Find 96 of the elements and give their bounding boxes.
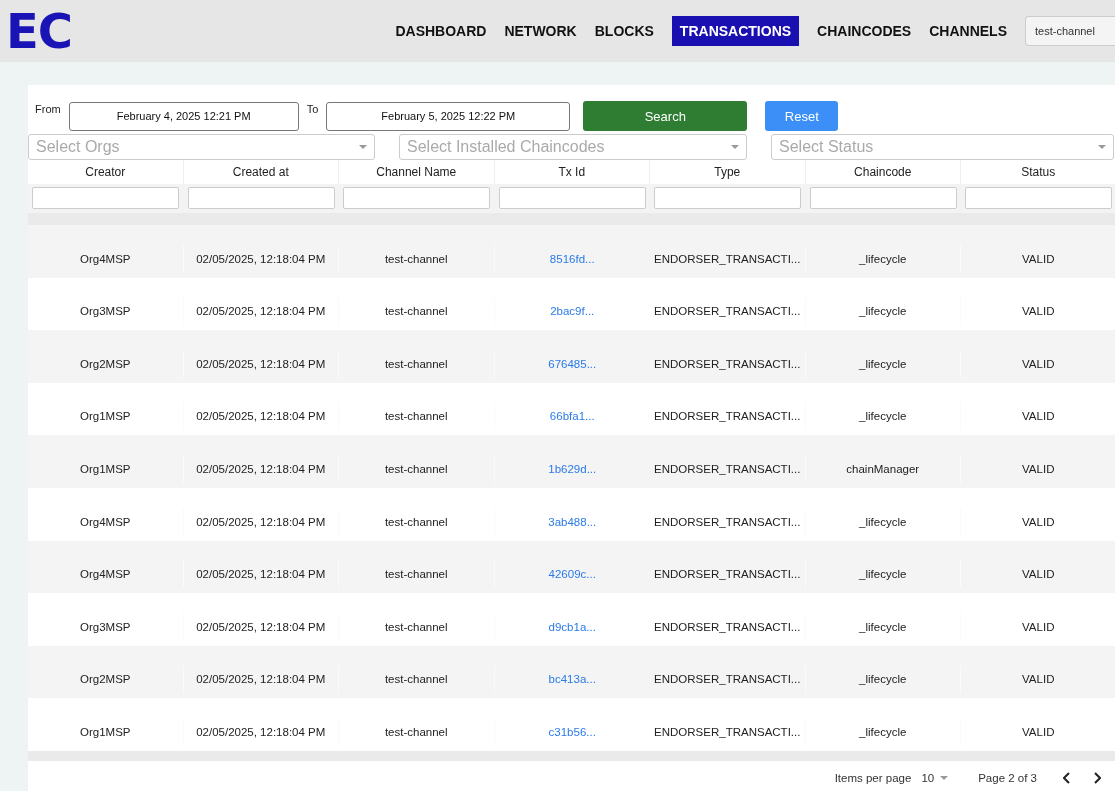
- nav-tab[interactable]: NETWORK: [496, 16, 585, 46]
- table-cell: test-channel: [339, 349, 495, 378]
- table-cell: 02/05/2025, 12:18:04 PM: [183, 665, 339, 694]
- table-cell: chainManager: [805, 454, 961, 483]
- table-cell: test-channel: [339, 507, 495, 536]
- table-cell: VALID: [961, 507, 1115, 536]
- channel-select[interactable]: test-channel: [1025, 16, 1115, 46]
- table-cell: Org1MSP: [28, 402, 184, 431]
- table-cell: test-channel: [339, 297, 495, 326]
- nav-tab[interactable]: CHANNELS: [921, 16, 1015, 46]
- table-cell: _lifecycle: [805, 717, 961, 746]
- table-cell: 02/05/2025, 12:18:04 PM: [183, 454, 339, 483]
- table-cell: 02/05/2025, 12:18:04 PM: [183, 560, 339, 589]
- tx-id-link[interactable]: c31b56...: [494, 717, 650, 746]
- table-cell: Org1MSP: [28, 717, 184, 746]
- table-cell: test-channel: [339, 560, 495, 589]
- table-cell: _lifecycle: [805, 560, 961, 589]
- table-cell: _lifecycle: [805, 244, 961, 273]
- table-cell: Org4MSP: [28, 507, 184, 536]
- table-cell: 02/05/2025, 12:18:04 PM: [183, 612, 339, 641]
- table-cell: VALID: [961, 560, 1115, 589]
- table-cell: test-channel: [339, 665, 495, 694]
- table-cell: Org4MSP: [28, 244, 184, 273]
- caret-icon: [731, 145, 739, 149]
- table-cell: 02/05/2025, 12:18:04 PM: [183, 402, 339, 431]
- to-date-field[interactable]: February 5, 2025 12:22 PM: [326, 101, 571, 131]
- nav-tab[interactable]: BLOCKS: [586, 16, 662, 46]
- column-filter-field[interactable]: [654, 187, 801, 209]
- table-cell: ENDORSER_TRANSACTI...: [650, 402, 806, 431]
- table-cell: VALID: [961, 297, 1115, 326]
- table-cell: test-channel: [339, 717, 495, 746]
- nav-tab[interactable]: DASHBOARD: [387, 16, 495, 46]
- tx-id-link[interactable]: 8516fd...: [494, 244, 650, 273]
- table-cell: ENDORSER_TRANSACTI...: [650, 244, 806, 273]
- table-cell: 02/05/2025, 12:18:04 PM: [183, 717, 339, 746]
- from-date-field[interactable]: February 4, 2025 12:21 PM: [68, 101, 299, 131]
- table-cell: 02/05/2025, 12:18:04 PM: [183, 244, 339, 273]
- table-cell: VALID: [961, 454, 1115, 483]
- table-cell: ENDORSER_TRANSACTI...: [650, 717, 806, 746]
- table-cell: ENDORSER_TRANSACTI...: [650, 560, 806, 589]
- table-cell: Org3MSP: [28, 297, 184, 326]
- tx-id-link[interactable]: 42609c...: [494, 560, 650, 589]
- table-cell: Org3MSP: [28, 612, 184, 641]
- column-filter-field[interactable]: [498, 187, 646, 209]
- table-cell: VALID: [961, 349, 1115, 378]
- table-cell: Org4MSP: [28, 560, 184, 589]
- table-cell: Org1MSP: [28, 454, 184, 483]
- tx-id-link[interactable]: bc413a...: [494, 665, 650, 694]
- table-cell: VALID: [961, 402, 1115, 431]
- column-filter-field[interactable]: [32, 187, 179, 209]
- table-cell: test-channel: [339, 244, 495, 273]
- table-cell: _lifecycle: [805, 349, 961, 378]
- table-cell: test-channel: [339, 612, 495, 641]
- items-per-page-label: Items per page: [834, 771, 912, 784]
- tx-id-link[interactable]: 676485...: [494, 349, 650, 378]
- table-cell: _lifecycle: [805, 402, 961, 431]
- page-size-select[interactable]: 10: [921, 771, 949, 784]
- table-cell: VALID: [961, 612, 1115, 641]
- search-button[interactable]: Search: [583, 101, 748, 131]
- column-filter-field[interactable]: [809, 187, 957, 209]
- table-cell: test-channel: [339, 402, 495, 431]
- table-cell: ENDORSER_TRANSACTI...: [650, 454, 806, 483]
- table-cell: ENDORSER_TRANSACTI...: [650, 612, 806, 641]
- table-cell: _lifecycle: [805, 665, 961, 694]
- column-filter-field[interactable]: [187, 187, 335, 209]
- caret-icon: [359, 145, 367, 149]
- table-cell: ENDORSER_TRANSACTI...: [650, 297, 806, 326]
- table-cell: 02/05/2025, 12:18:04 PM: [183, 297, 339, 326]
- tx-id-link[interactable]: d9cb1a...: [494, 612, 650, 641]
- table-cell: ENDORSER_TRANSACTI...: [650, 349, 806, 378]
- table-cell: _lifecycle: [805, 612, 961, 641]
- tx-id-link[interactable]: 1b629d...: [494, 454, 650, 483]
- table-cell: ENDORSER_TRANSACTI...: [650, 665, 806, 694]
- table-cell: Org2MSP: [28, 665, 184, 694]
- table-cell: VALID: [961, 244, 1115, 273]
- table-cell: Org2MSP: [28, 349, 184, 378]
- page-info: Page 2 of 3: [978, 771, 1037, 784]
- table-cell: test-channel: [339, 454, 495, 483]
- table-cell: 02/05/2025, 12:18:04 PM: [183, 507, 339, 536]
- table-cell: 02/05/2025, 12:18:04 PM: [183, 349, 339, 378]
- tx-id-link[interactable]: 66bfa1...: [494, 402, 650, 431]
- to-label: To: [306, 103, 319, 115]
- table-cell: VALID: [961, 665, 1115, 694]
- table-cell: VALID: [961, 717, 1115, 746]
- nav-tab[interactable]: TRANSACTIONS: [671, 16, 800, 46]
- column-filter-field[interactable]: [965, 187, 1112, 209]
- tx-id-link[interactable]: 2bac9f...: [494, 297, 650, 326]
- logo: EC: [6, 7, 72, 55]
- table-cell: _lifecycle: [805, 507, 961, 536]
- tx-id-link[interactable]: 3ab488...: [494, 507, 650, 536]
- from-label: From: [35, 103, 61, 115]
- table-cell: _lifecycle: [805, 297, 961, 326]
- nav-tab[interactable]: CHAINCODES: [809, 16, 920, 46]
- table-cell: ENDORSER_TRANSACTI...: [650, 507, 806, 536]
- caret-icon: [1098, 145, 1106, 149]
- column-filter-field[interactable]: [343, 187, 490, 209]
